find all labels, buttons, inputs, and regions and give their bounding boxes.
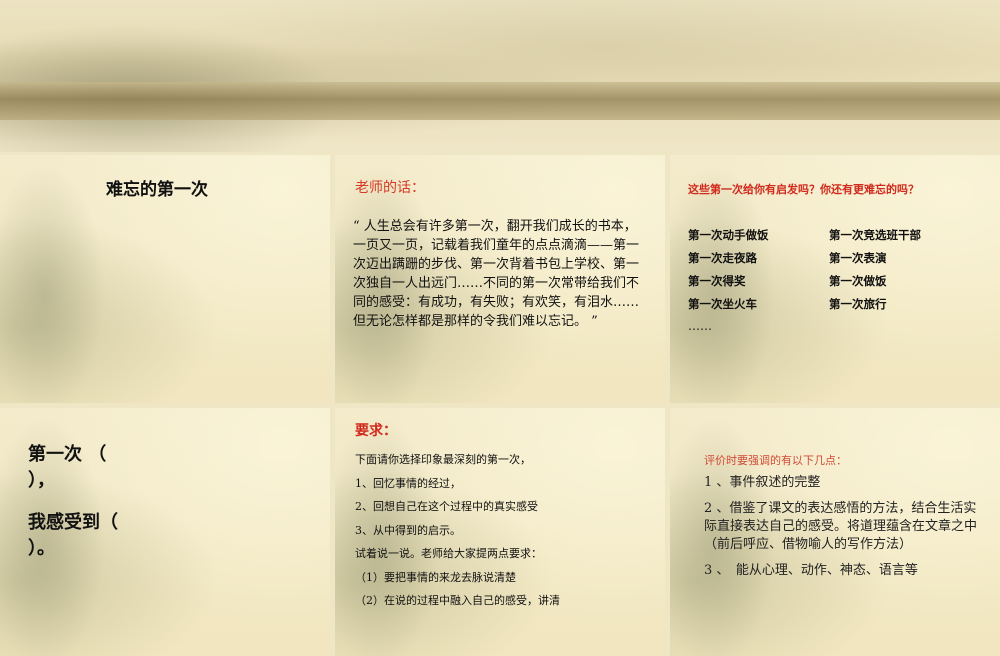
slide-thumbnail-5[interactable]: 要求： 下面请你选择印象最深刻的第一次， 1、回忆事情的经过， 2、回想自己在这… xyxy=(335,408,665,656)
fill-blank-line-2: ）， xyxy=(28,470,55,491)
slide-thumbnail-6[interactable]: 评价时要强调的有以下几点： 1 、事件叙述的完整 2 、借鉴了课文的表达感悟的方… xyxy=(670,408,1000,656)
requirement-line: 试着说一说。老师给大家提两点要求： xyxy=(355,547,542,560)
inspiration-question: 这些第一次给你有启发吗？你还有更难忘的吗？ xyxy=(688,183,919,196)
evaluation-point: 3 、 能从心理、动作、神态、语言等 xyxy=(704,563,918,578)
example-row: 第一次走夜路 第一次表演 xyxy=(688,250,978,273)
example-row: 第一次得奖 第一次做饭 xyxy=(688,273,978,296)
slide-thumbnail-4[interactable]: 第一次 （ ）， 我感受到（ ）。 xyxy=(0,408,330,656)
slide-thumbnail-3[interactable]: 这些第一次给你有启发吗？你还有更难忘的吗？ 第一次动手做饭 第一次竞选班干部 第… xyxy=(670,155,1000,403)
more-ellipsis: …… xyxy=(688,319,712,333)
requirement-line: （2）在说的过程中融入自己的感受，讲清 xyxy=(355,594,560,607)
example-item: 第一次做饭 xyxy=(829,274,887,288)
example-item: 第一次表演 xyxy=(829,251,887,265)
evaluation-point: 2 、借鉴了课文的表达感悟的方法，结合生活实际直接表达自己的感受。将道理蕴含在文… xyxy=(704,501,978,552)
header-banner xyxy=(0,0,1000,152)
banner-landscape xyxy=(0,10,380,152)
slide-thumbnail-2[interactable]: 老师的话： “ 人生总会有许多第一次，翻开我们成长的书本，一页又一页，记载着我们… xyxy=(335,155,665,403)
evaluation-point: 1 、事件叙述的完整 xyxy=(704,475,821,490)
teacher-words-heading: 老师的话： xyxy=(355,180,425,196)
slide-title: 难忘的第一次 xyxy=(106,180,208,200)
first-time-examples: 第一次动手做饭 第一次竞选班干部 第一次走夜路 第一次表演 第一次得奖 第一次做… xyxy=(688,227,978,319)
fill-blank-line-4: ）。 xyxy=(28,538,55,559)
example-item: 第一次坐火车 xyxy=(688,297,757,311)
requirement-line: 1、回忆事情的经过， xyxy=(355,476,461,490)
teacher-words-body: “ 人生总会有许多第一次，翻开我们成长的书本，一页又一页，记载着我们童年的点点滴… xyxy=(353,219,640,329)
evaluation-heading: 评价时要强调的有以下几点： xyxy=(704,454,847,467)
example-item: 第一次走夜路 xyxy=(688,251,757,265)
requirement-line: （1）要把事情的来龙去脉说清楚 xyxy=(355,570,516,584)
requirement-line: 下面请你选择印象最深刻的第一次， xyxy=(355,453,531,466)
example-row: 第一次坐火车 第一次旅行 xyxy=(688,296,978,319)
requirement-line: 3、从中得到的启示。 xyxy=(355,523,461,537)
example-item: 第一次旅行 xyxy=(829,297,887,311)
example-item: 第一次得奖 xyxy=(688,274,746,288)
slide-thumbnail-1[interactable]: 难忘的第一次 xyxy=(0,155,330,403)
fill-blank-line-1: 第一次 （ xyxy=(28,444,107,465)
example-item: 第一次动手做饭 xyxy=(688,228,769,242)
requirements-list: 下面请你选择印象最深刻的第一次， 1、回忆事情的经过， 2、回想自己在这个过程中… xyxy=(355,448,655,613)
example-item: 第一次竞选班干部 xyxy=(829,228,921,242)
evaluation-points: 1 、事件叙述的完整 2 、借鉴了课文的表达感悟的方法，结合生活实际直接表达自己… xyxy=(704,474,988,588)
requirement-line: 2、回想自己在这个过程中的真实感受 xyxy=(355,500,538,513)
banner-stripe xyxy=(0,82,1000,120)
fill-blank-line-3: 我感受到（ xyxy=(28,512,118,533)
requirements-heading: 要求： xyxy=(355,423,397,439)
example-row: 第一次动手做饭 第一次竞选班干部 xyxy=(688,227,978,250)
